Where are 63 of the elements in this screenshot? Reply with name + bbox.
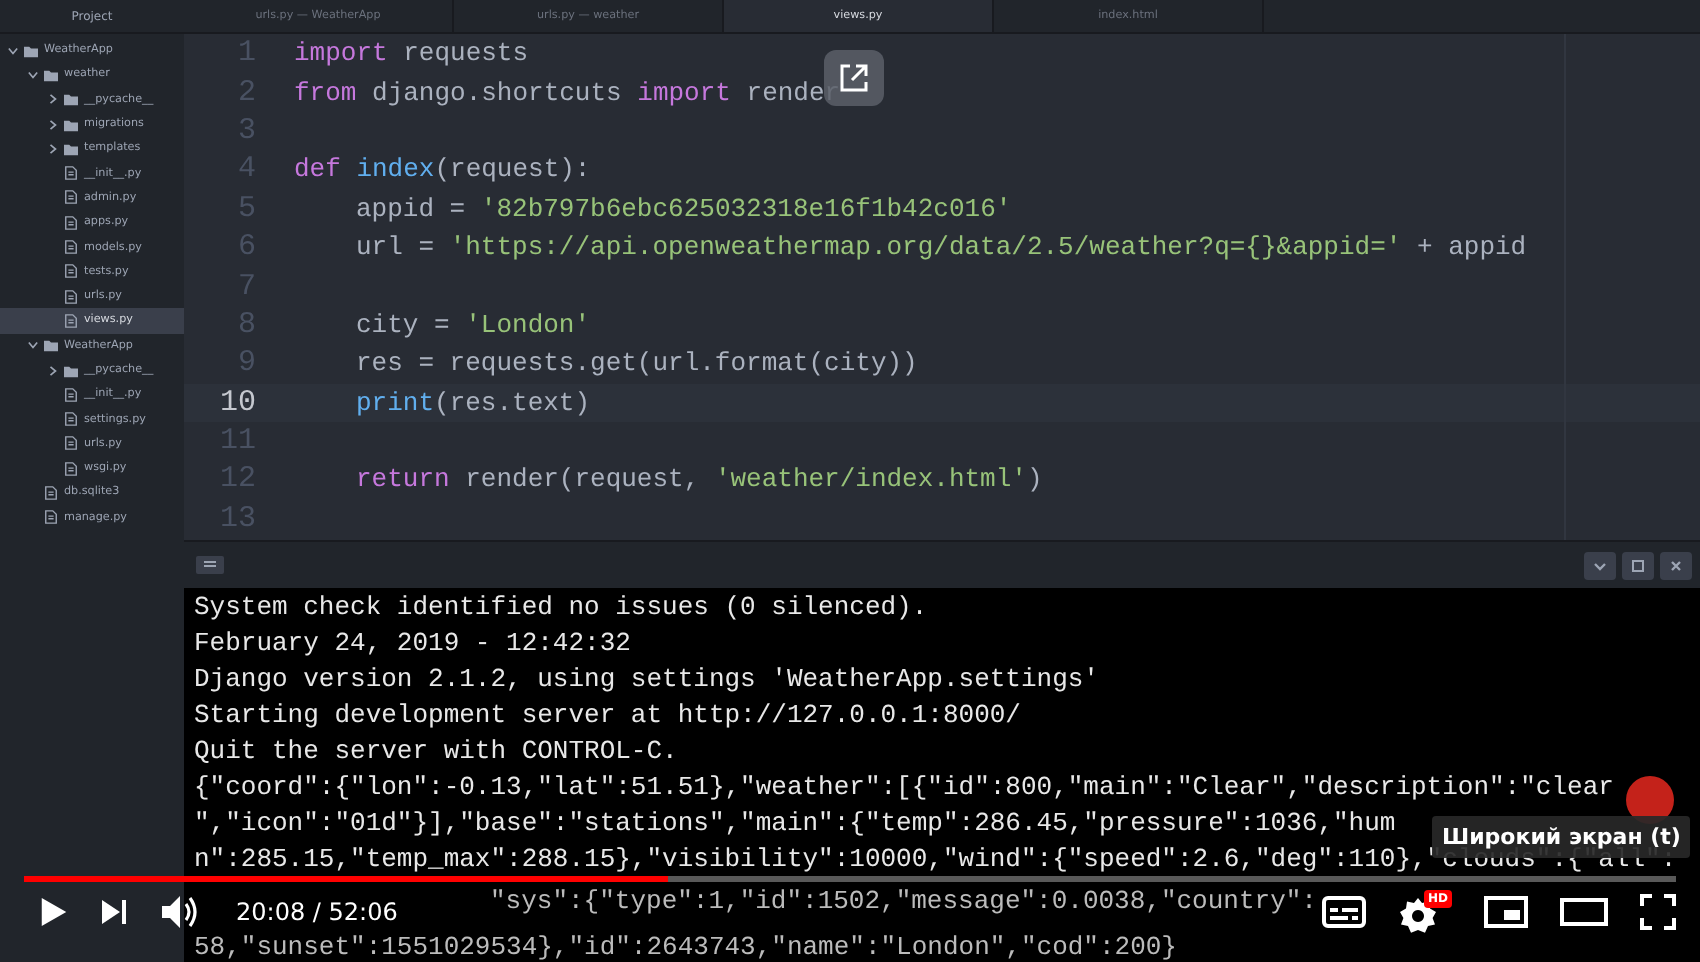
code-line: appid = '82b797b6ebc625032318e16f1b42c016' xyxy=(354,193,1012,224)
file-icon xyxy=(64,264,78,279)
chevron-icon[interactable] xyxy=(28,69,38,80)
console-line: Starting development server at http://127.0.0.1:8000/ xyxy=(194,698,1021,734)
line-number: 10 xyxy=(217,385,256,420)
external-link-icon xyxy=(836,60,872,96)
file-icon xyxy=(64,166,78,181)
speaker-icon xyxy=(160,894,200,930)
close-button[interactable] xyxy=(1660,551,1692,579)
console-line: ","icon":"01d"}],"base":"stations","main":{"temp":286.45,"pressure":1036,"hum xyxy=(194,806,1396,842)
miniplayer-icon xyxy=(1484,896,1528,928)
close-icon xyxy=(1668,557,1684,573)
file-icon xyxy=(64,313,78,328)
next-icon xyxy=(100,898,128,926)
console-line: 58,"sunset":1551029534},"id":2643743,"name":"London","cod":200} xyxy=(194,930,1177,962)
code-line: import requests xyxy=(294,38,529,69)
play-icon xyxy=(40,896,68,928)
file-icon xyxy=(64,289,78,304)
code-line: res = requests.get(url.format(city)) xyxy=(354,348,918,379)
volume-button[interactable] xyxy=(160,894,200,930)
fullscreen-icon xyxy=(1640,894,1676,930)
subtitles-button[interactable] xyxy=(1322,896,1366,928)
code-line: city = 'London' xyxy=(354,309,591,340)
maximize-icon xyxy=(1630,557,1646,573)
file-icon xyxy=(64,436,78,451)
subtitles-icon xyxy=(1322,896,1366,928)
code-line: return render(request, 'weather/index.html') xyxy=(354,464,1043,495)
code-line: def index(request): xyxy=(294,154,591,185)
miniplayer-button[interactable] xyxy=(1484,896,1528,928)
play-button[interactable] xyxy=(40,896,68,928)
chevron-icon[interactable] xyxy=(48,119,58,130)
tooltip: Широкий экран (t) xyxy=(1432,816,1691,858)
theater-mode-button[interactable] xyxy=(1560,898,1608,926)
console-line: February 24, 2019 - 12:42:32 xyxy=(194,626,631,662)
file-icon xyxy=(64,215,78,230)
next-button[interactable] xyxy=(100,898,128,926)
file-icon xyxy=(44,485,58,500)
console-line: {"coord":{"lon":-0.13,"lat":51.51},"weather":[{"id":800,"main":"Clear","description":"clear xyxy=(194,770,1614,806)
chevron-icon[interactable] xyxy=(28,340,38,351)
chevron-icon xyxy=(1592,557,1608,573)
chevron-icon[interactable] xyxy=(48,365,58,375)
code-line: print(res.text) xyxy=(354,387,591,418)
progress-track[interactable] xyxy=(24,876,1676,882)
file-icon xyxy=(64,412,78,427)
code-line: url = 'https://api.openweathermap.org/data/2.5/weather?q={}&appid=' + appid xyxy=(354,232,1527,263)
theater-icon xyxy=(1560,898,1608,926)
file-icon xyxy=(64,387,78,402)
file-icon xyxy=(64,190,78,205)
collapse-button[interactable] xyxy=(1584,551,1616,579)
chevron-icon[interactable] xyxy=(48,94,58,105)
chevron-icon[interactable] xyxy=(8,45,18,56)
terminal-icon[interactable] xyxy=(196,556,224,574)
chevron-icon[interactable] xyxy=(48,143,58,154)
console-line: Quit the server with CONTROL-C. xyxy=(194,734,678,770)
time-display: 20:08 / 52:06 xyxy=(236,898,398,926)
file-icon xyxy=(44,510,58,525)
maximize-button[interactable] xyxy=(1622,551,1654,579)
console-line: "sys":{"type":1,"id":1502,"message":0.0038,"country": xyxy=(490,884,1317,918)
console-line: Django version 2.1.2, using settings 'WeatherApp.settings' xyxy=(194,662,1099,698)
fullscreen-button[interactable] xyxy=(1640,894,1676,930)
file-icon xyxy=(64,461,78,476)
file-icon xyxy=(64,240,78,255)
console-line: System check identified no issues (0 silenced). xyxy=(194,590,928,626)
